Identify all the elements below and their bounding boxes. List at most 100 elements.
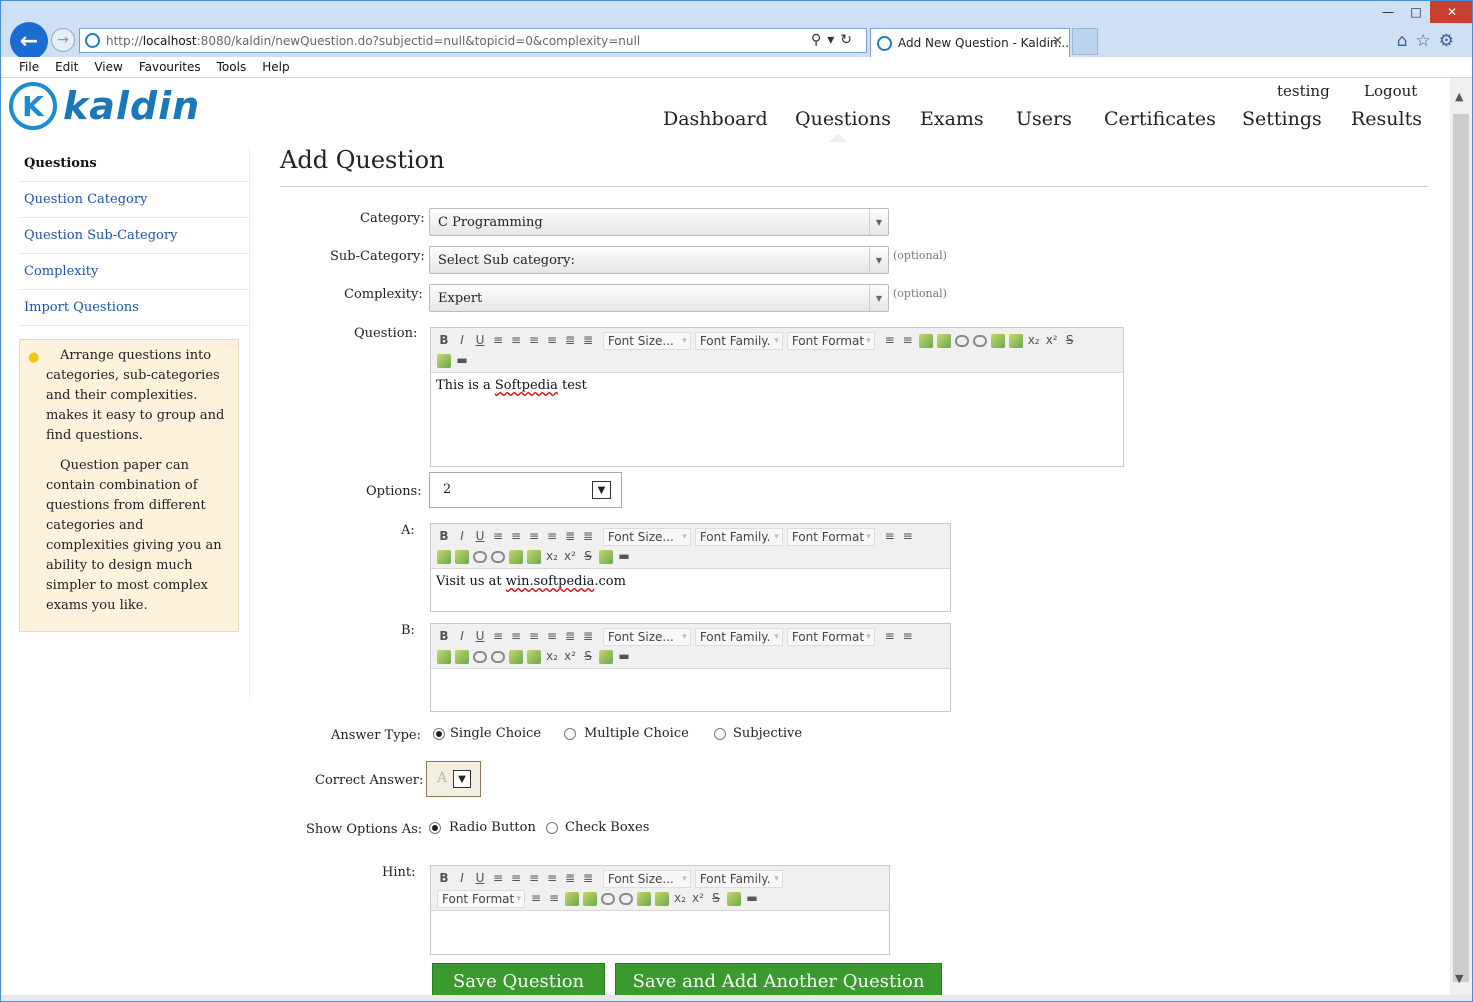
answer-type-single[interactable]: Single Choice [433, 726, 541, 741]
outdent-icon[interactable]: ≡ [881, 626, 899, 646]
underline-icon[interactable]: U [471, 868, 489, 888]
align-center-icon[interactable]: ≡ [507, 526, 525, 546]
menu-favourites[interactable]: Favourites [139, 60, 201, 74]
ordered-list-icon[interactable]: ≣ [561, 330, 579, 350]
edit-icon[interactable] [565, 891, 579, 906]
sidebar-item-question-sub-category[interactable]: Question Sub-Category [19, 218, 249, 254]
subscript-icon[interactable]: x₂ [543, 546, 561, 566]
search-refresh-icon[interactable]: ⚲▾↻ [811, 32, 858, 48]
insert-icon[interactable] [936, 333, 951, 348]
tab-active[interactable]: Add New Question - Kaldin... ✕ [870, 28, 1070, 57]
user-link[interactable]: testing [1277, 82, 1330, 100]
vertical-scrollbar[interactable]: ▲ ▼ [1450, 78, 1472, 995]
nav-users[interactable]: Users [1016, 108, 1072, 130]
menu-file[interactable]: File [19, 60, 39, 74]
bold-icon[interactable]: B [435, 626, 453, 646]
color-icon[interactable] [509, 549, 523, 564]
clear-format-icon[interactable] [599, 649, 613, 664]
horizontal-rule-icon[interactable]: ▬ [743, 888, 761, 908]
color-icon[interactable] [637, 891, 651, 906]
image-icon[interactable] [527, 649, 541, 664]
nav-results[interactable]: Results [1351, 108, 1422, 130]
clear-format-icon[interactable] [599, 549, 613, 564]
minimize-icon[interactable]: — [1374, 1, 1402, 23]
indent-icon[interactable]: ≡ [899, 526, 917, 546]
font-format-dropdown[interactable]: Font Format [786, 627, 875, 646]
align-left-icon[interactable]: ≡ [489, 330, 507, 350]
ordered-list-icon[interactable]: ≣ [561, 868, 579, 888]
nav-exams[interactable]: Exams [920, 108, 984, 130]
save-add-another-button[interactable]: Save and Add Another Question [615, 963, 942, 995]
complexity-select[interactable]: Expert ▼ [429, 284, 889, 312]
unordered-list-icon[interactable]: ≣ [579, 626, 597, 646]
link-icon[interactable] [954, 334, 969, 347]
link-icon[interactable] [601, 892, 615, 905]
ordered-list-icon[interactable]: ≣ [561, 626, 579, 646]
image-icon[interactable] [655, 891, 669, 906]
justify-icon[interactable]: ≡ [543, 626, 561, 646]
font-format-dropdown[interactable]: Font Format [437, 889, 525, 908]
answer-type-multiple[interactable]: Multiple Choice [564, 726, 689, 741]
strikethrough-icon[interactable]: S [1061, 330, 1079, 350]
ordered-list-icon[interactable]: ≣ [561, 526, 579, 546]
align-right-icon[interactable]: ≡ [525, 868, 543, 888]
category-select[interactable]: C Programming ▼ [429, 208, 889, 236]
close-window-icon[interactable]: ✕ [1430, 1, 1472, 23]
correct-answer-select[interactable]: A ▼ [426, 761, 481, 797]
horizontal-rule-icon[interactable]: ▬ [453, 350, 471, 370]
edit-icon[interactable] [437, 649, 451, 664]
align-center-icon[interactable]: ≡ [507, 868, 525, 888]
back-button[interactable]: ← [10, 22, 48, 60]
outdent-icon[interactable]: ≡ [527, 888, 545, 908]
address-bar[interactable]: http://localhost:8080/kaldin/newQuestion… [79, 28, 867, 53]
font-size-dropdown[interactable]: Font Size... [602, 331, 691, 350]
option-b-text[interactable] [431, 669, 950, 679]
home-favorites-gear-icons[interactable]: ⌂☆⚙ [1397, 31, 1462, 51]
nav-certificates[interactable]: Certificates [1104, 108, 1216, 130]
show-as-radio[interactable]: Radio Button [429, 820, 536, 835]
menu-help[interactable]: Help [262, 60, 289, 74]
menu-edit[interactable]: Edit [55, 60, 78, 74]
sidebar-item-complexity[interactable]: Complexity [19, 254, 249, 290]
new-tab-button[interactable] [1072, 28, 1098, 55]
unlink-icon[interactable] [491, 650, 505, 663]
underline-icon[interactable]: U [471, 526, 489, 546]
image-icon[interactable] [527, 549, 541, 564]
strikethrough-icon[interactable]: S [707, 888, 725, 908]
italic-icon[interactable]: I [453, 330, 471, 350]
logout-link[interactable]: Logout [1364, 82, 1417, 100]
nav-dashboard[interactable]: Dashboard [663, 108, 768, 130]
clear-format-icon[interactable] [727, 891, 741, 906]
hint-text[interactable] [431, 911, 889, 921]
justify-icon[interactable]: ≡ [543, 330, 561, 350]
color-icon[interactable] [990, 333, 1005, 348]
italic-icon[interactable]: I [453, 526, 471, 546]
align-right-icon[interactable]: ≡ [525, 330, 543, 350]
link-icon[interactable] [473, 650, 487, 663]
font-family-dropdown[interactable]: Font Family. [694, 331, 783, 350]
superscript-icon[interactable]: x² [1043, 330, 1061, 350]
show-as-checkbox[interactable]: Check Boxes [546, 820, 649, 835]
align-right-icon[interactable]: ≡ [525, 626, 543, 646]
sidebar-item-question-category[interactable]: Question Category [19, 182, 249, 218]
strikethrough-icon[interactable]: S [579, 646, 597, 666]
outdent-icon[interactable]: ≡ [881, 526, 899, 546]
link-icon[interactable] [473, 550, 487, 563]
edit-icon[interactable] [437, 549, 451, 564]
menu-view[interactable]: View [94, 60, 122, 74]
strikethrough-icon[interactable]: S [579, 546, 597, 566]
unlink-icon[interactable] [491, 550, 505, 563]
color-icon[interactable] [509, 649, 523, 664]
insert-icon[interactable] [583, 891, 597, 906]
horizontal-rule-icon[interactable]: ▬ [615, 646, 633, 666]
scroll-up-icon[interactable]: ▲ [1455, 90, 1463, 103]
answer-type-subjective[interactable]: Subjective [714, 726, 802, 741]
forward-button[interactable]: → [51, 28, 75, 52]
align-right-icon[interactable]: ≡ [525, 526, 543, 546]
insert-icon[interactable] [455, 649, 469, 664]
subscript-icon[interactable]: x₂ [1025, 330, 1043, 350]
menu-tools[interactable]: Tools [217, 60, 247, 74]
superscript-icon[interactable]: x² [689, 888, 707, 908]
image-icon[interactable] [1008, 333, 1023, 348]
save-question-button[interactable]: Save Question [432, 963, 605, 995]
